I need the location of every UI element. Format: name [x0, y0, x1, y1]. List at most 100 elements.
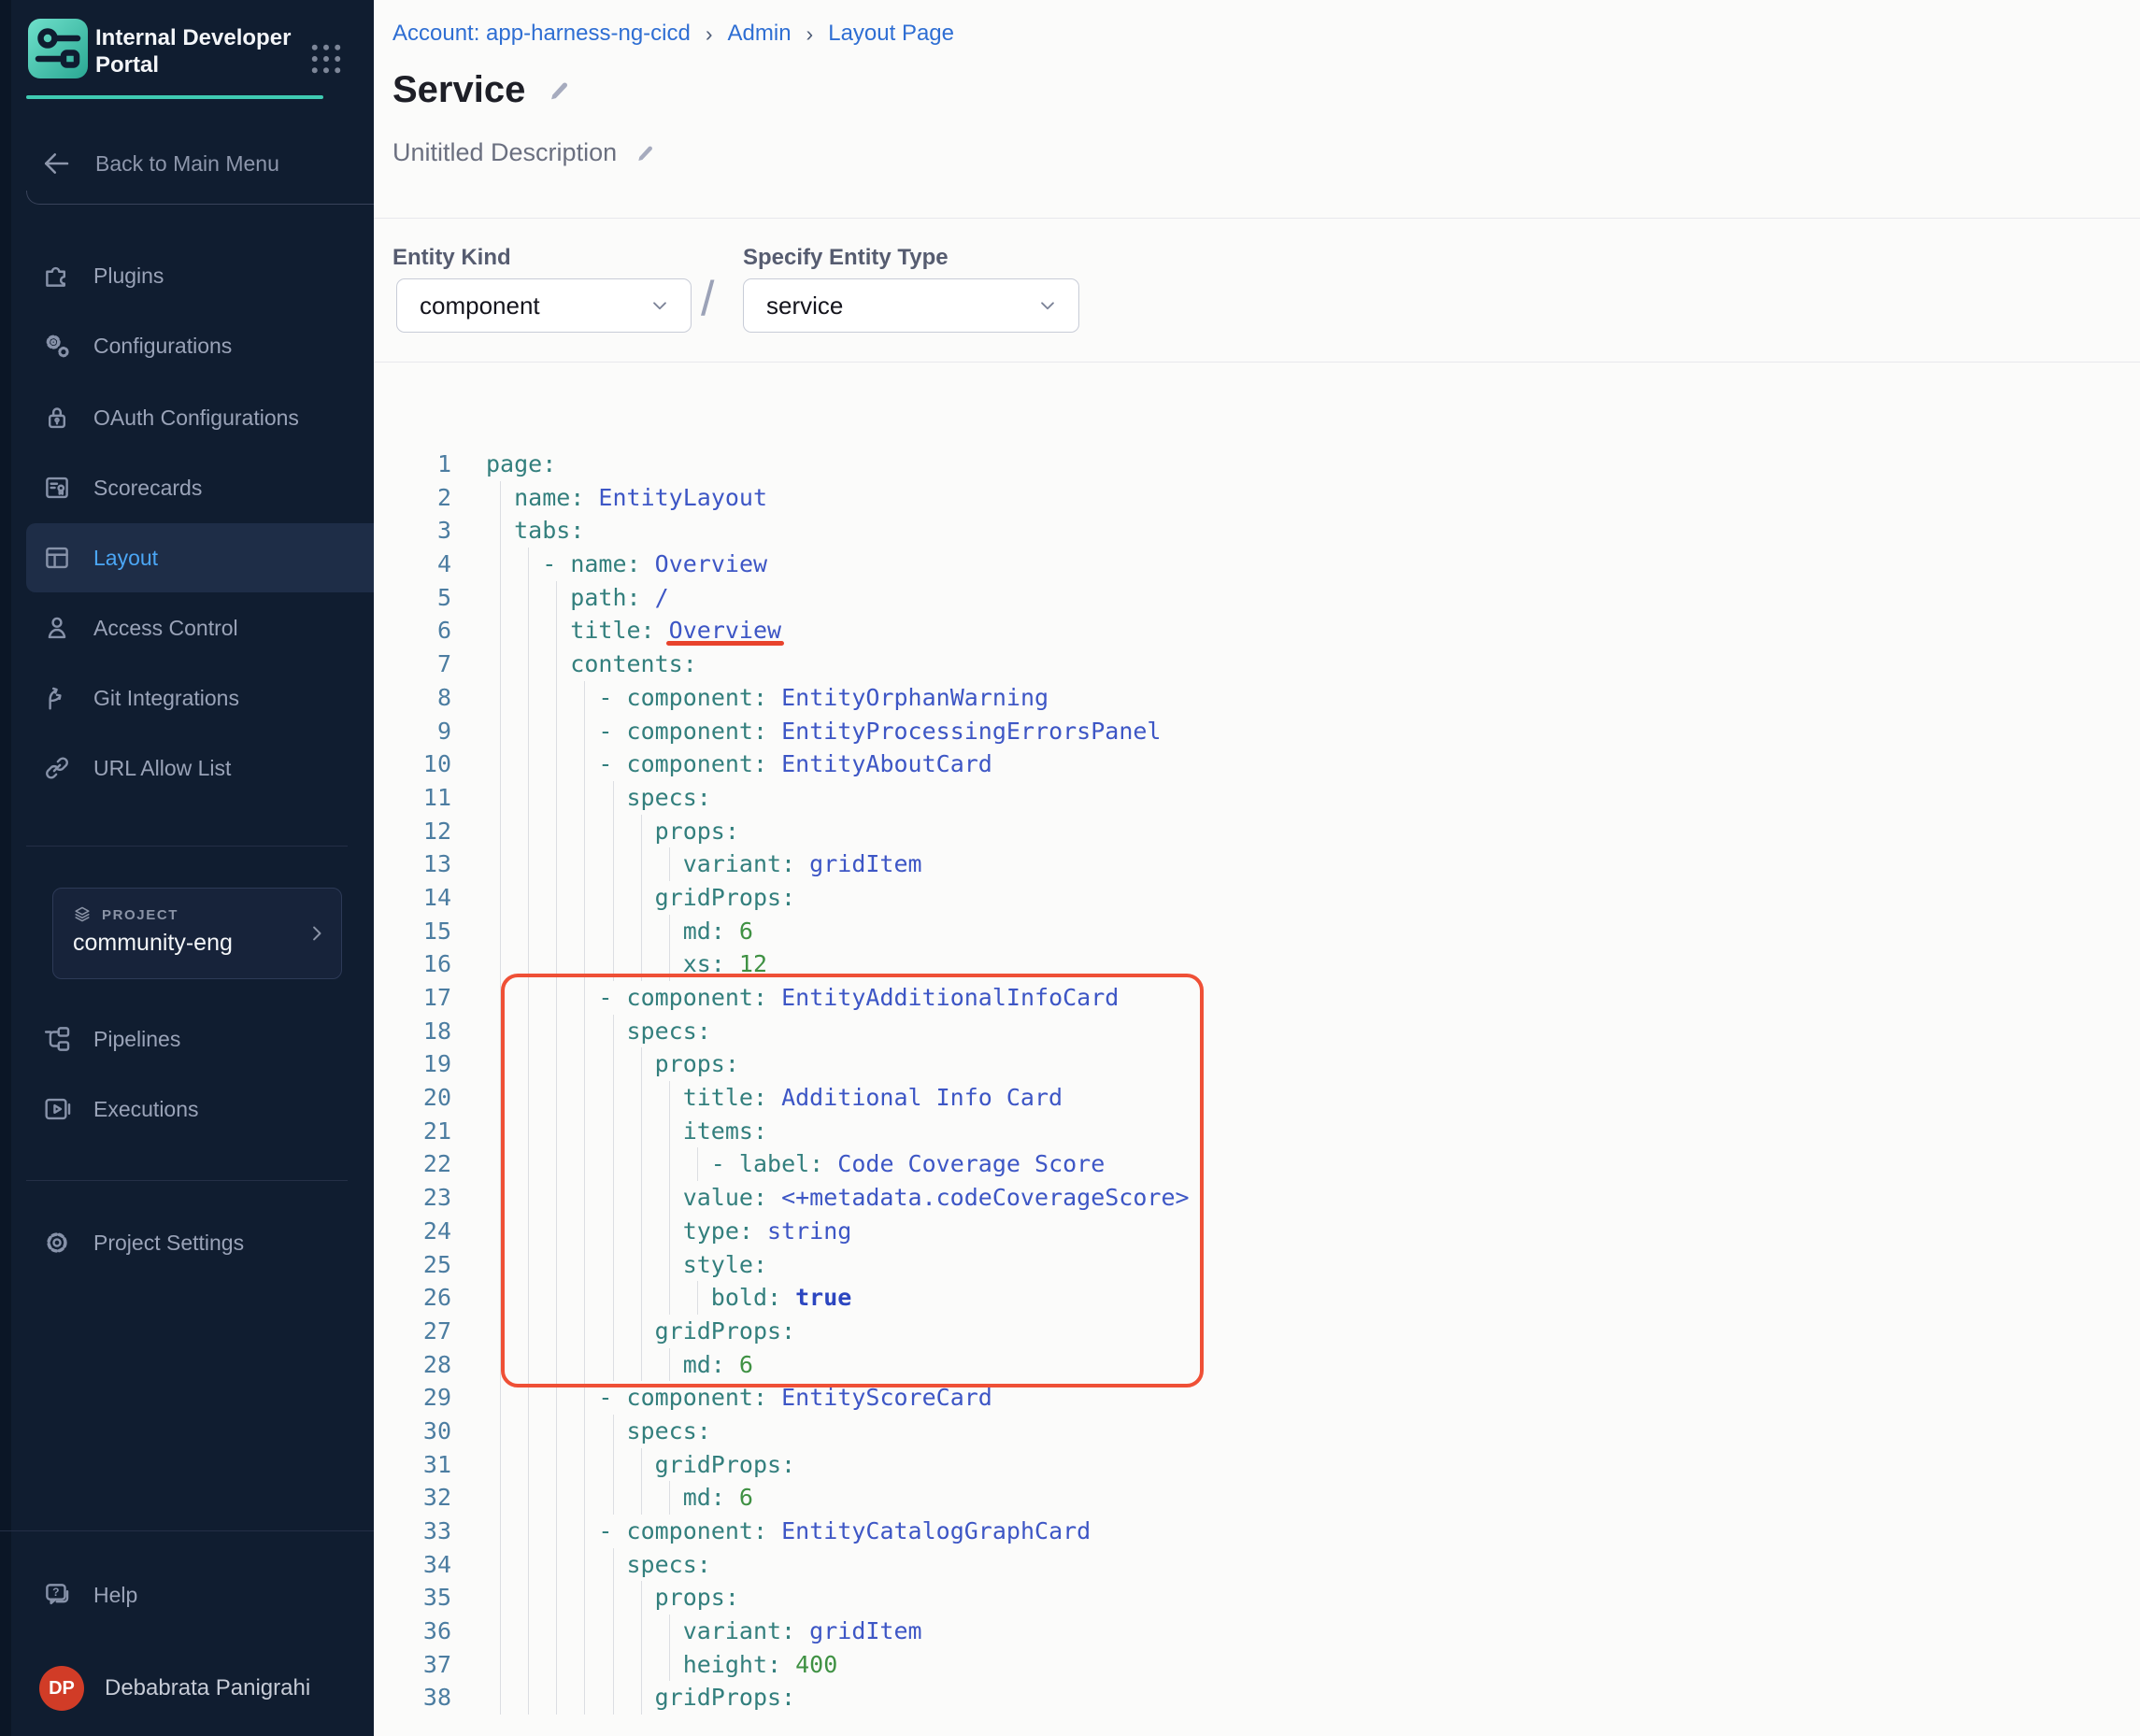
user-menu[interactable]: DP Debabrata Panigrahi	[0, 1658, 374, 1718]
code-line-34: 34specs:	[374, 1548, 2140, 1582]
line-number: 14	[374, 881, 451, 915]
code-line-1: 1page:	[374, 448, 2140, 481]
line-number: 19	[374, 1047, 451, 1081]
person-icon	[41, 612, 73, 644]
link-icon	[41, 752, 73, 784]
line-number: 12	[374, 815, 451, 848]
sidebar-item-executions[interactable]: Executions	[0, 1074, 374, 1144]
chevron-down-icon	[648, 293, 672, 318]
apps-grid-icon[interactable]	[307, 39, 346, 78]
sidebar-item-label: Project Settings	[93, 1231, 244, 1256]
breadcrumb-separator: ›	[806, 21, 814, 47]
line-number: 31	[374, 1448, 451, 1482]
back-to-main-menu[interactable]: Back to Main Menu	[0, 131, 374, 196]
executions-icon	[41, 1093, 73, 1125]
accent-underline	[26, 95, 323, 99]
sidebar-item-plugins[interactable]: Plugins	[0, 241, 374, 310]
line-number: 34	[374, 1548, 451, 1582]
sidebar-item-label: Help	[93, 1583, 137, 1608]
sidebar-item-git-integrations[interactable]: Git Integrations	[0, 663, 374, 733]
sidebar-item-label: Scorecards	[93, 476, 202, 501]
breadcrumb: Account: app-harness-ng-cicd › Admin › L…	[392, 21, 954, 47]
lock-icon	[41, 402, 73, 434]
code-line-9: 9- component: EntityProcessingErrorsPane…	[374, 715, 2140, 748]
sidebar-item-label: Configurations	[93, 334, 232, 359]
edit-description-pencil-icon[interactable]	[634, 141, 658, 165]
code-line-11: 11specs:	[374, 781, 2140, 815]
sidebar-item-label: Pipelines	[93, 1027, 180, 1052]
sidebar-item-label: URL Allow List	[93, 756, 231, 781]
line-number: 35	[374, 1581, 451, 1615]
line-number: 36	[374, 1615, 451, 1648]
line-number: 20	[374, 1081, 451, 1115]
breadcrumb-account-link[interactable]: Account: app-harness-ng-cicd	[392, 21, 691, 47]
code-line-38: 38gridProps:	[374, 1681, 2140, 1715]
line-number: 2	[374, 481, 451, 515]
yaml-editor[interactable]: 1page:2name: EntityLayout3tabs:4- name: …	[374, 448, 2140, 1715]
sidebar-divider	[0, 1530, 374, 1531]
header-divider	[374, 218, 2140, 219]
line-number: 22	[374, 1147, 451, 1181]
line-number: 27	[374, 1315, 451, 1348]
code-line-37: 37height: 400	[374, 1648, 2140, 1682]
line-number: 7	[374, 647, 451, 681]
code-line-3: 3tabs:	[374, 514, 2140, 548]
entity-type-value: service	[766, 292, 843, 320]
breadcrumb-admin-link[interactable]: Admin	[728, 21, 792, 47]
sidebar-item-layout[interactable]: Layout	[26, 523, 374, 592]
code-line-14: 14gridProps:	[374, 881, 2140, 915]
sidebar-item-label: Plugins	[93, 263, 164, 289]
sidebar-divider	[26, 1180, 348, 1181]
line-number: 13	[374, 847, 451, 881]
code-line-10: 10- component: EntityAboutCard	[374, 747, 2140, 781]
sidebar-divider	[26, 846, 348, 847]
entity-kind-select[interactable]: component	[396, 278, 692, 333]
project-selector[interactable]: PROJECT community-eng	[52, 888, 342, 979]
layers-icon	[72, 904, 93, 925]
sidebar-item-scorecards[interactable]: Scorecards	[0, 453, 374, 522]
line-number: 15	[374, 915, 451, 948]
line-number: 25	[374, 1248, 451, 1282]
code-line-22: 22- label: Code Coverage Score	[374, 1147, 2140, 1181]
code-line-16: 16xs: 12	[374, 947, 2140, 981]
code-line-7: 7contents:	[374, 647, 2140, 681]
code-line-32: 32md: 6	[374, 1481, 2140, 1515]
pipelines-icon	[41, 1023, 73, 1055]
code-line-26: 26bold: true	[374, 1281, 2140, 1315]
project-name: community-eng	[73, 930, 233, 957]
line-number: 23	[374, 1181, 451, 1215]
sidebar-item-url-allow-list[interactable]: URL Allow List	[0, 733, 374, 803]
sidebar-item-access-control[interactable]: Access Control	[0, 593, 374, 662]
edit-title-pencil-icon[interactable]	[546, 77, 574, 105]
line-number: 21	[374, 1115, 451, 1148]
entity-kind-label: Entity Kind	[392, 245, 511, 271]
form-divider	[374, 362, 2140, 363]
sidebar-item-project-settings[interactable]: Project Settings	[0, 1208, 374, 1277]
code-line-4: 4- name: Overview	[374, 548, 2140, 581]
breadcrumb-layout-page-link[interactable]: Layout Page	[828, 21, 954, 47]
sidebar-item-label: OAuth Configurations	[93, 406, 299, 431]
back-arrow-icon	[39, 147, 73, 180]
code-line-15: 15md: 6	[374, 915, 2140, 948]
main-content: Account: app-harness-ng-cicd › Admin › L…	[374, 0, 2140, 1736]
sidebar-item-configurations[interactable]: Configurations	[0, 311, 374, 380]
line-number: 5	[374, 581, 451, 615]
back-label: Back to Main Menu	[95, 151, 279, 177]
entity-type-select[interactable]: service	[743, 278, 1079, 333]
help-icon: ?	[41, 1579, 73, 1611]
scorecard-icon	[41, 472, 73, 504]
line-number: 3	[374, 514, 451, 548]
chevron-down-icon	[1035, 293, 1060, 318]
user-name: Debabrata Panigrahi	[105, 1675, 310, 1701]
sidebar-item-pipelines[interactable]: Pipelines	[0, 1004, 374, 1074]
sidebar-item-oauth-configurations[interactable]: OAuth Configurations	[0, 383, 374, 452]
breadcrumb-separator: ›	[706, 21, 713, 47]
code-line-27: 27gridProps:	[374, 1315, 2140, 1348]
line-number: 26	[374, 1281, 451, 1315]
code-line-33: 33- component: EntityCatalogGraphCard	[374, 1515, 2140, 1548]
line-number: 4	[374, 548, 451, 581]
layout-icon	[41, 542, 73, 574]
sidebar-item-help[interactable]: ? Help	[0, 1560, 374, 1629]
line-number: 32	[374, 1481, 451, 1515]
project-eyebrow: PROJECT	[102, 907, 178, 923]
